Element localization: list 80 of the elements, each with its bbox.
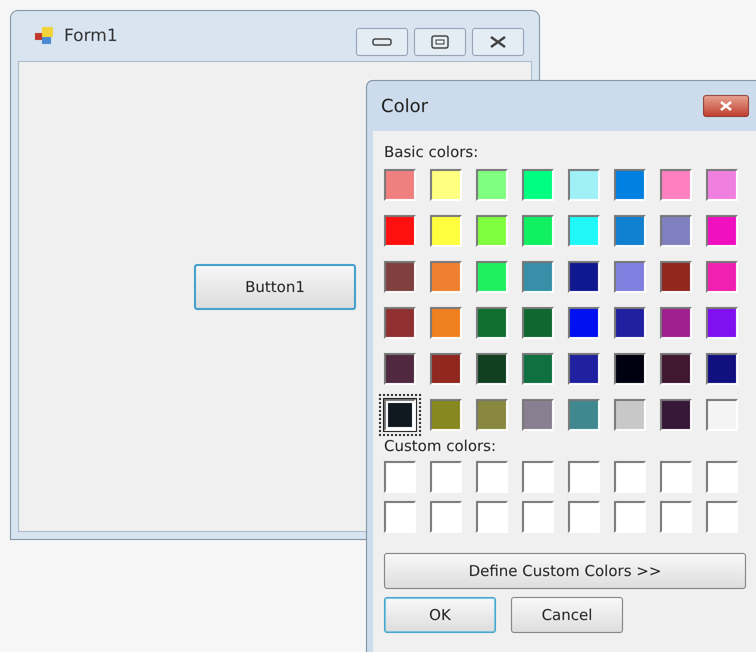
custom-color-swatch[interactable] <box>568 501 600 533</box>
custom-color-swatch[interactable] <box>568 461 600 493</box>
color-swatch[interactable] <box>706 261 738 293</box>
color-swatch[interactable] <box>568 399 600 431</box>
color-swatch[interactable] <box>384 261 416 293</box>
color-swatch[interactable] <box>706 399 738 431</box>
custom-color-swatch[interactable] <box>706 501 738 533</box>
color-swatch[interactable] <box>660 399 692 431</box>
close-button[interactable] <box>472 28 524 56</box>
color-swatch[interactable] <box>522 353 554 385</box>
color-swatch[interactable] <box>476 215 508 247</box>
color-swatch[interactable] <box>706 169 738 201</box>
cancel-button[interactable]: Cancel <box>511 597 623 633</box>
color-swatch[interactable] <box>660 169 692 201</box>
custom-color-swatch[interactable] <box>384 461 416 493</box>
custom-color-swatch[interactable] <box>476 461 508 493</box>
color-swatch[interactable] <box>430 215 462 247</box>
color-swatch[interactable] <box>660 307 692 339</box>
app-icon <box>34 26 56 46</box>
color-swatch[interactable] <box>706 215 738 247</box>
color-swatch[interactable] <box>568 215 600 247</box>
maximize-icon <box>431 35 449 49</box>
color-swatch[interactable] <box>568 353 600 385</box>
color-swatch[interactable] <box>660 261 692 293</box>
color-swatch[interactable] <box>522 399 554 431</box>
color-swatch[interactable] <box>430 169 462 201</box>
custom-color-swatch[interactable] <box>476 501 508 533</box>
color-swatch[interactable] <box>476 353 508 385</box>
color-swatch[interactable] <box>614 353 646 385</box>
window-title: Form1 <box>64 26 119 46</box>
color-swatch[interactable] <box>384 169 416 201</box>
color-swatch[interactable] <box>522 261 554 293</box>
custom-color-swatch[interactable] <box>430 461 462 493</box>
custom-color-swatch[interactable] <box>660 461 692 493</box>
form-button[interactable]: Button1 <box>194 264 356 310</box>
color-swatch[interactable] <box>522 215 554 247</box>
color-swatch[interactable] <box>568 307 600 339</box>
color-swatch[interactable] <box>660 215 692 247</box>
color-swatch[interactable] <box>614 215 646 247</box>
color-swatch[interactable] <box>430 399 462 431</box>
color-swatch[interactable] <box>660 353 692 385</box>
color-swatch[interactable] <box>522 307 554 339</box>
custom-color-swatch[interactable] <box>660 501 692 533</box>
custom-color-swatch[interactable] <box>430 501 462 533</box>
custom-color-swatch[interactable] <box>522 501 554 533</box>
color-swatch[interactable] <box>568 261 600 293</box>
color-swatch[interactable] <box>476 261 508 293</box>
color-swatch[interactable] <box>614 307 646 339</box>
custom-color-swatch[interactable] <box>706 461 738 493</box>
color-swatch[interactable] <box>476 169 508 201</box>
color-swatch[interactable] <box>384 353 416 385</box>
color-swatch[interactable] <box>430 307 462 339</box>
color-swatch[interactable] <box>614 169 646 201</box>
color-swatch[interactable] <box>706 307 738 339</box>
minimize-icon <box>372 38 392 46</box>
close-icon <box>719 100 733 112</box>
close-button[interactable] <box>703 95 749 117</box>
ok-button[interactable]: OK <box>384 597 496 633</box>
color-swatch[interactable] <box>476 399 508 431</box>
custom-color-swatch[interactable] <box>522 461 554 493</box>
color-swatch[interactable] <box>706 353 738 385</box>
color-swatch[interactable] <box>614 261 646 293</box>
color-swatch[interactable] <box>384 215 416 247</box>
close-icon <box>489 35 507 49</box>
basic-colors-label: Basic colors: <box>384 143 480 161</box>
custom-colors-label: Custom colors: <box>384 437 498 455</box>
dialog-title: Color <box>381 96 428 116</box>
color-swatch[interactable] <box>476 307 508 339</box>
define-custom-colors-button[interactable]: Define Custom Colors >> <box>384 553 746 589</box>
color-swatch[interactable] <box>614 399 646 431</box>
color-swatch[interactable] <box>430 261 462 293</box>
color-swatch[interactable] <box>522 169 554 201</box>
color-swatch[interactable] <box>568 169 600 201</box>
color-swatch[interactable] <box>384 307 416 339</box>
maximize-button[interactable] <box>414 28 466 56</box>
custom-color-swatch[interactable] <box>614 501 646 533</box>
custom-color-swatch[interactable] <box>614 461 646 493</box>
custom-color-swatch[interactable] <box>384 501 416 533</box>
color-swatch[interactable] <box>430 353 462 385</box>
minimize-button[interactable] <box>356 28 408 56</box>
